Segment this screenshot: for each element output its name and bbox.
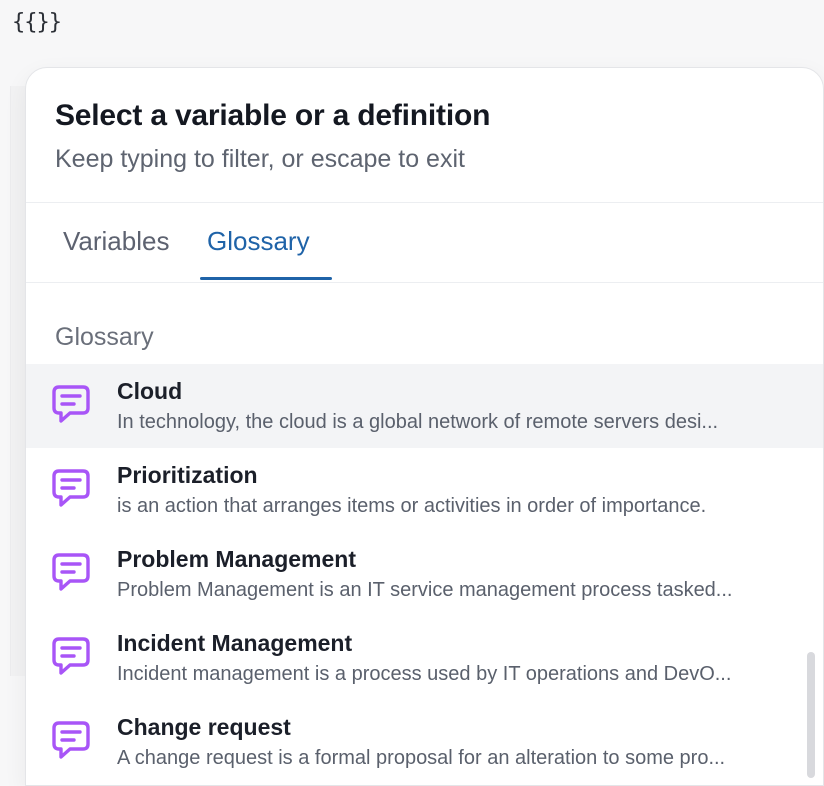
glossary-item-name: Incident Management [117,630,353,656]
variable-picker-popover: Select a variable or a definition Keep t… [25,67,824,786]
glossary-item-description: Problem Management is an IT service mana… [117,579,733,601]
scrollbar-thumb[interactable] [807,652,815,778]
tab-glossary[interactable]: Glossary [207,225,310,257]
tab-bar: Variables Glossary [26,203,823,283]
active-tab-indicator [200,277,332,280]
glossary-item-name: Problem Management [117,546,356,572]
message-square-lines-icon [50,383,92,427]
popover-header: Select a variable or a definition Keep t… [26,68,823,203]
glossary-item-description: is an action that arranges items or acti… [117,495,707,517]
glossary-item-prioritization[interactable]: Prioritization is an action that arrange… [26,448,823,532]
glossary-item-name: Prioritization [117,462,258,488]
message-square-lines-icon [50,467,92,511]
message-square-lines-icon [50,635,92,679]
glossary-item-problem-management[interactable]: Problem Management Problem Management is… [26,532,823,616]
glossary-item-incident-management[interactable]: Incident Management Incident management … [26,616,823,700]
glossary-item-description: A change request is a formal proposal fo… [117,747,726,769]
glossary-item-name: Change request [117,714,291,740]
popover-subtitle: Keep typing to filter, or escape to exit [55,145,465,173]
popover-title: Select a variable or a definition [55,99,491,132]
glossary-item-change-request[interactable]: Change request A change request is a for… [26,700,823,784]
tab-variables[interactable]: Variables [63,225,169,257]
message-square-lines-icon [50,719,92,763]
glossary-item-cloud[interactable]: Cloud In technology, the cloud is a glob… [26,364,823,448]
glossary-item-name: Cloud [117,378,183,404]
glossary-list: Cloud In technology, the cloud is a glob… [26,364,823,784]
section-heading-glossary: Glossary [55,323,154,351]
message-square-lines-icon [50,551,92,595]
glossary-item-description: In technology, the cloud is a global net… [117,411,719,433]
variable-token-text: {{}} [12,10,62,35]
glossary-item-description: Incident management is a process used by… [117,663,732,685]
